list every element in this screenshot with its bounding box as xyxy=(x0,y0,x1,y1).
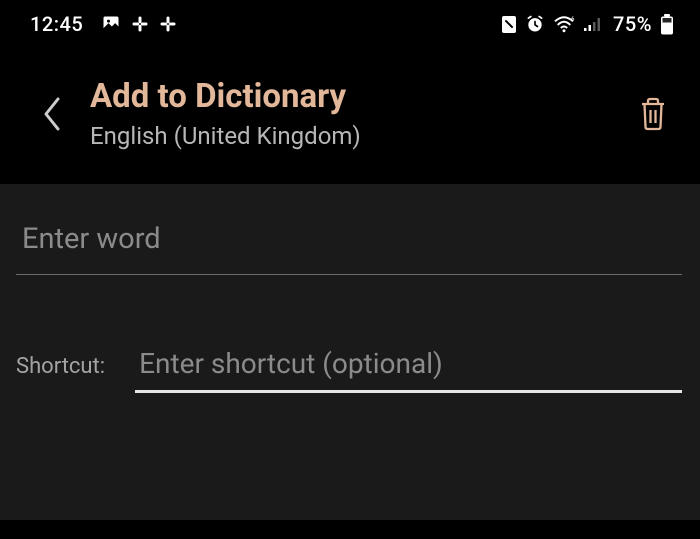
image-icon xyxy=(101,14,121,34)
slack-icon-2 xyxy=(159,15,177,33)
signal-icon xyxy=(583,16,603,32)
back-button[interactable] xyxy=(22,95,82,133)
slack-icon xyxy=(131,15,149,33)
status-time: 12:45 xyxy=(30,12,83,36)
shortcut-row: Shortcut: xyxy=(16,343,682,393)
delete-button[interactable] xyxy=(628,97,678,131)
header: Add to Dictionary English (United Kingdo… xyxy=(0,48,700,184)
battery-percentage: 75% xyxy=(613,12,652,36)
trash-icon xyxy=(639,97,667,131)
word-input[interactable] xyxy=(16,218,682,275)
alarm-icon xyxy=(525,14,545,34)
card-icon xyxy=(501,15,517,34)
shortcut-input[interactable] xyxy=(135,343,682,393)
status-right: 6 75% xyxy=(501,12,674,36)
page-subtitle: English (United Kingdom) xyxy=(90,122,628,150)
wifi-icon: 6 xyxy=(553,15,575,33)
svg-text:6: 6 xyxy=(571,16,575,22)
battery-icon xyxy=(660,14,674,35)
status-left: 12:45 xyxy=(30,12,177,36)
chevron-left-icon xyxy=(41,95,63,133)
content-area: Shortcut: xyxy=(0,184,700,520)
page-title: Add to Dictionary xyxy=(90,78,628,116)
header-titles: Add to Dictionary English (United Kingdo… xyxy=(82,78,628,150)
shortcut-label: Shortcut: xyxy=(16,354,105,393)
status-bar: 12:45 6 75% xyxy=(0,0,700,48)
